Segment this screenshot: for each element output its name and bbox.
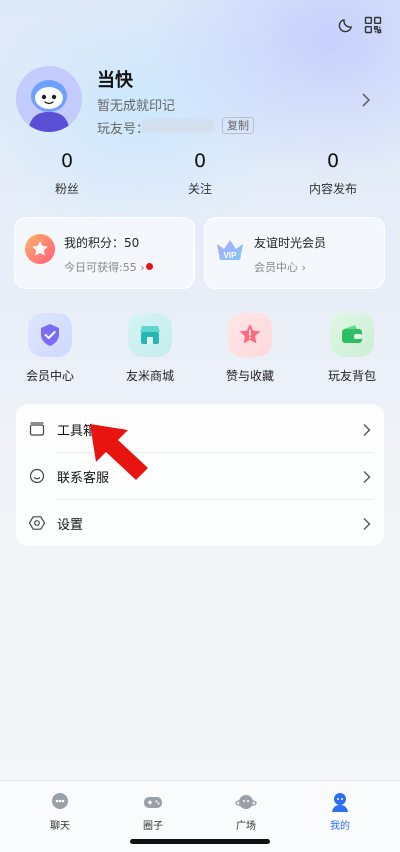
- vip-subtitle: 会员中心 ›: [254, 261, 306, 274]
- nav-label: 我的: [330, 821, 350, 832]
- quick-shop[interactable]: 友米商城: [110, 313, 190, 384]
- nav-plaza[interactable]: 广场: [216, 791, 276, 832]
- stat-label: 粉丝: [54, 182, 79, 196]
- nav-chat[interactable]: 聊天: [30, 791, 90, 832]
- nav-label: 聊天: [50, 821, 70, 832]
- settings-menu: 工具箱 联系客服 设置: [16, 404, 384, 546]
- stat-posts[interactable]: 0 内容发布: [278, 150, 388, 197]
- gamepad-icon: [142, 791, 164, 813]
- avatar[interactable]: [16, 66, 82, 132]
- stat-following[interactable]: 0 关注: [145, 150, 255, 197]
- profile-name: 当快: [97, 70, 133, 91]
- chevron-right-icon: [362, 469, 372, 488]
- quick-label: 友米商城: [125, 369, 174, 383]
- quick-label: 赞与收藏: [225, 369, 274, 383]
- copy-uid-button[interactable]: 复制: [222, 117, 254, 134]
- shield-check-icon: [28, 313, 72, 357]
- home-indicator: [130, 839, 270, 844]
- vip-card[interactable]: VIP 友谊时光会员 会员中心 ›: [204, 217, 385, 289]
- quick-label: 会员中心: [25, 369, 74, 383]
- stat-value: 0: [326, 150, 340, 172]
- star-icon: [228, 313, 272, 357]
- qr-code-icon[interactable]: [360, 12, 386, 38]
- uid-value-masked: [142, 119, 214, 133]
- settings-hexagon-icon: [28, 515, 46, 531]
- chevron-right-icon[interactable]: [360, 92, 372, 112]
- achievement-status: 暂无成就印记: [97, 99, 176, 114]
- points-star-icon: [23, 232, 57, 266]
- nav-mine[interactable]: 我的: [310, 791, 370, 832]
- nav-label: 广场: [236, 821, 256, 832]
- points-card[interactable]: 我的积分：50 今日可获得:55 ›: [14, 217, 195, 289]
- chevron-right-icon: [362, 516, 372, 535]
- stat-value: 0: [60, 150, 74, 172]
- vip-title: 友谊时光会员: [254, 236, 327, 250]
- quick-member-center[interactable]: 会员中心: [10, 313, 90, 384]
- points-subtitle: 今日可获得:55 ›: [64, 261, 145, 274]
- vip-crown-icon: VIP: [213, 232, 247, 266]
- menu-item-settings[interactable]: 设置: [16, 500, 384, 546]
- annotation-arrow-icon: [84, 418, 154, 486]
- quick-likes-favorites[interactable]: 赞与收藏: [210, 313, 290, 384]
- stat-followers[interactable]: 0 粉丝: [12, 150, 122, 197]
- quick-label: 玩友背包: [327, 369, 376, 383]
- stat-label: 内容发布: [308, 182, 357, 196]
- menu-item-toolbox[interactable]: 工具箱: [16, 406, 384, 452]
- planet-icon: [235, 791, 257, 813]
- headset-icon: [29, 468, 45, 484]
- vip-badge-text: VIP: [224, 251, 238, 260]
- profile-icon: [329, 791, 351, 813]
- chat-icon: [49, 791, 71, 813]
- dark-mode-icon[interactable]: [333, 12, 359, 38]
- chevron-right-icon: [362, 422, 372, 441]
- menu-item-customer-service[interactable]: 联系客服: [16, 453, 384, 499]
- quick-backpack[interactable]: 玩友背包: [312, 313, 392, 384]
- shop-icon: [128, 313, 172, 357]
- wallet-icon: [330, 313, 374, 357]
- nav-label: 圈子: [143, 821, 163, 832]
- stat-label: 关注: [187, 182, 212, 196]
- menu-item-label: 设置: [57, 517, 84, 533]
- nav-circle[interactable]: 圈子: [123, 791, 183, 832]
- red-dot-badge: [146, 263, 153, 270]
- stat-value: 0: [193, 150, 207, 172]
- points-title: 我的积分：50: [64, 236, 140, 250]
- toolbox-icon: [29, 421, 45, 437]
